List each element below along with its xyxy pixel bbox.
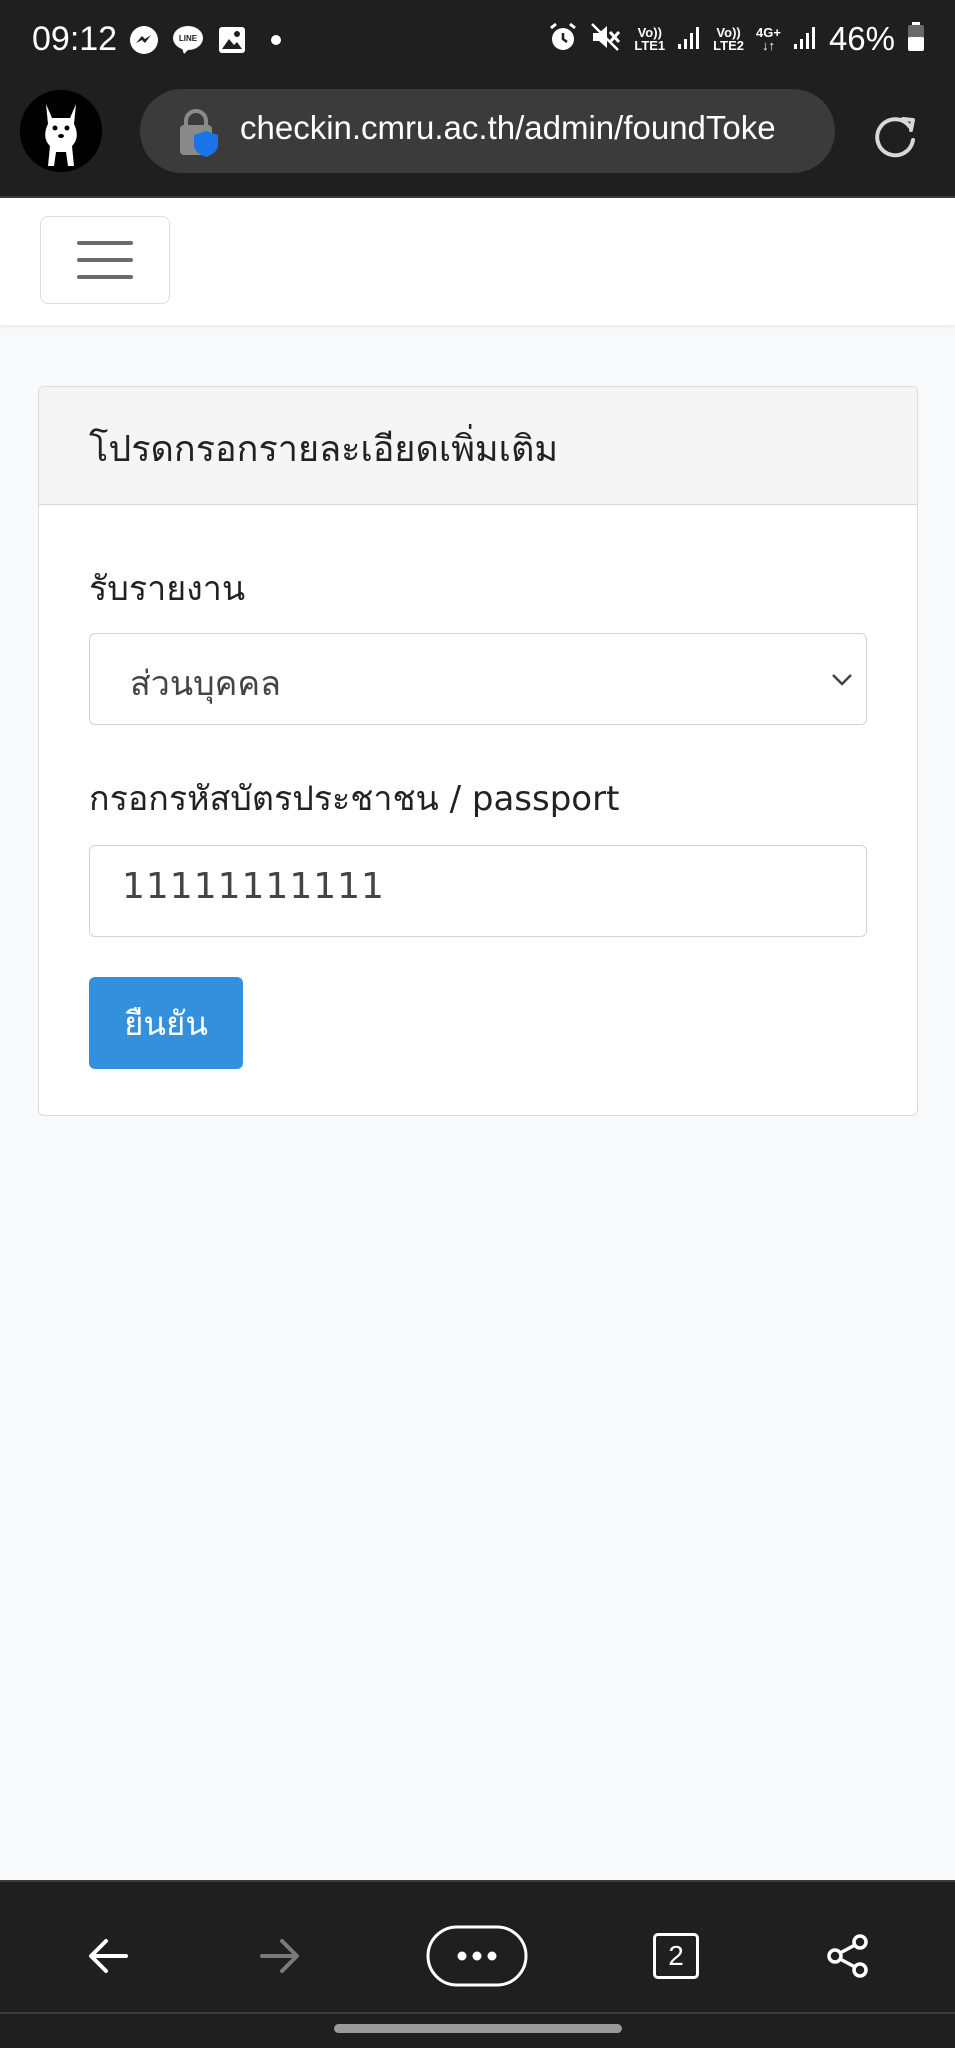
- report-type-selected: ส่วนบุคคล: [130, 664, 281, 704]
- hamburger-line: [77, 241, 133, 245]
- notification-icons: LINE: [128, 24, 292, 56]
- divider: [0, 2012, 955, 2014]
- line-icon: LINE: [172, 24, 204, 56]
- signal-icon: [793, 24, 817, 54]
- dot-icon: [260, 24, 292, 56]
- battery-percent: 46%: [828, 20, 895, 57]
- url-text[interactable]: checkin.cmru.ac.th/admin/foundToke: [240, 109, 776, 147]
- report-type-select[interactable]: ส่วนบุคคล: [89, 633, 867, 725]
- reload-icon[interactable]: [870, 110, 920, 164]
- share-icon[interactable]: [822, 1920, 874, 1992]
- gallery-icon: [216, 24, 248, 56]
- more-menu-button[interactable]: [426, 1920, 528, 1992]
- back-icon[interactable]: [80, 1920, 136, 1992]
- sim2-indicator: Vo)) LTE2: [713, 25, 744, 53]
- tabs-button[interactable]: 2: [652, 1920, 700, 1992]
- system-status: Vo)) LTE1 Vo)) LTE2 4G+ ↓↑ 46%: [548, 20, 925, 58]
- data-indicator: 4G+ ↓↑: [756, 25, 781, 53]
- hamburger-line: [77, 258, 133, 262]
- confirm-button[interactable]: ยืนยัน: [89, 977, 243, 1069]
- battery-icon: [907, 22, 925, 56]
- status-time: 09:12: [32, 20, 118, 58]
- signal-icon: [677, 24, 701, 54]
- forward-icon[interactable]: [252, 1920, 308, 1992]
- alarm-icon: [548, 22, 578, 56]
- id-passport-input[interactable]: 11111111111: [89, 845, 867, 937]
- menu-toggle-button[interactable]: [40, 216, 170, 304]
- details-card: โปรดกรอกรายละเอียดเพิ่มเติม รับรายงาน ส่…: [38, 386, 918, 1116]
- status-bar: 09:12 LINE Vo)) LTE1 Vo)) LTE2 4G+ ↓↑ 46…: [0, 0, 955, 84]
- hamburger-line: [77, 275, 133, 279]
- home-gesture-bar[interactable]: [334, 2024, 622, 2033]
- browser-bottom-bar: 2: [0, 1880, 955, 2048]
- svg-text:LINE: LINE: [179, 34, 198, 43]
- report-type-label: รับรายงาน: [89, 569, 246, 609]
- messenger-icon: [128, 24, 160, 56]
- mute-icon: [590, 22, 622, 56]
- tab-count: 2: [668, 1940, 684, 1971]
- site-navbar: [0, 198, 955, 325]
- chevron-down-icon: [828, 662, 856, 702]
- address-bar[interactable]: checkin.cmru.ac.th/admin/foundToke: [140, 89, 835, 173]
- sim1-indicator: Vo)) LTE1: [634, 25, 666, 53]
- card-header: โปรดกรอกรายละเอียดเพิ่มเติม: [39, 387, 917, 505]
- site-security-icon[interactable]: [176, 107, 222, 161]
- profile-avatar[interactable]: [20, 90, 102, 172]
- browser-toolbar: checkin.cmru.ac.th/admin/foundToke: [0, 84, 955, 198]
- id-passport-label: กรอกรหัสบัตรประชาชน / passport: [89, 779, 620, 819]
